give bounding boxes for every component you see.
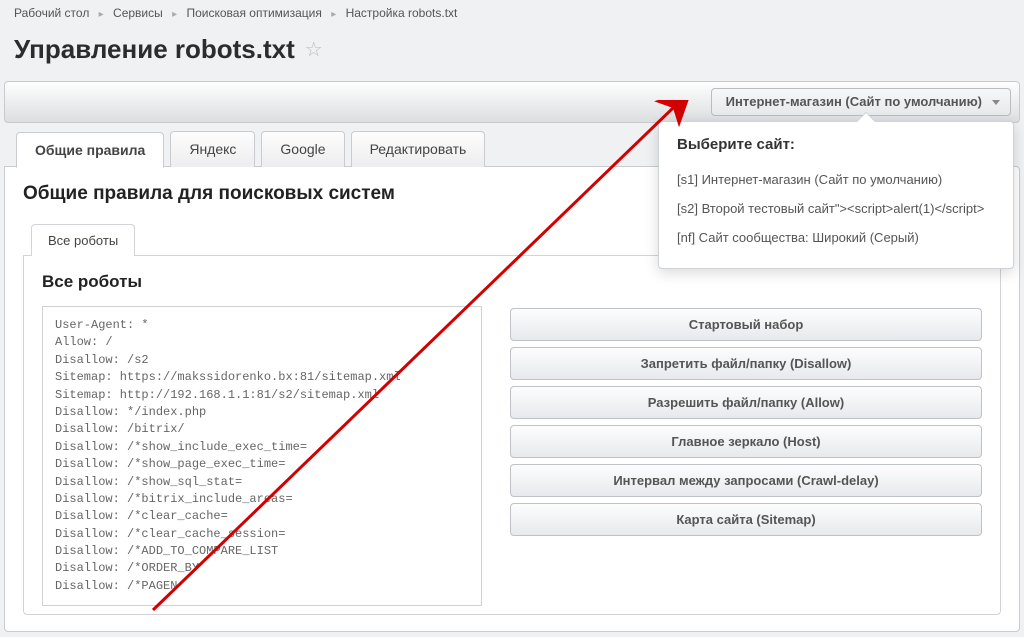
tab-all-robots[interactable]: Все роботы	[31, 224, 135, 256]
action-buttons-column: Стартовый набор Запретить файл/папку (Di…	[510, 306, 982, 536]
inner-heading: Все роботы	[42, 272, 982, 292]
dropdown-option[interactable]: [s1] Интернет-магазин (Сайт по умолчанию…	[677, 165, 995, 194]
page-title-wrap: Управление robots.txt ☆	[0, 26, 1024, 81]
dropdown-title: Выберите сайт:	[677, 136, 995, 153]
content-row: User-Agent: * Allow: / Disallow: /s2 Sit…	[42, 306, 982, 606]
breadcrumb-item[interactable]: Настройка robots.txt	[346, 6, 458, 20]
chevron-right-icon: ▸	[93, 9, 110, 20]
sitemap-button[interactable]: Карта сайта (Sitemap)	[510, 503, 982, 536]
host-button[interactable]: Главное зеркало (Host)	[510, 425, 982, 458]
caret-down-icon	[992, 100, 1000, 105]
star-icon[interactable]: ☆	[305, 37, 323, 62]
breadcrumb-item[interactable]: Сервисы	[113, 6, 163, 20]
robots-txt-textarea[interactable]: User-Agent: * Allow: / Disallow: /s2 Sit…	[42, 306, 482, 606]
breadcrumb-item[interactable]: Рабочий стол	[14, 6, 89, 20]
chevron-right-icon: ▸	[166, 9, 183, 20]
site-selector-button[interactable]: Интернет-магазин (Сайт по умолчанию)	[711, 88, 1011, 116]
disallow-button[interactable]: Запретить файл/папку (Disallow)	[510, 347, 982, 380]
site-selector-label: Интернет-магазин (Сайт по умолчанию)	[726, 94, 982, 109]
dropdown-option[interactable]: [nf] Сайт сообщества: Широкий (Серый)	[677, 223, 995, 252]
chevron-right-icon: ▸	[325, 9, 342, 20]
tab-edit[interactable]: Редактировать	[351, 131, 486, 167]
tab-yandex[interactable]: Яндекс	[170, 131, 255, 167]
starter-set-button[interactable]: Стартовый набор	[510, 308, 982, 341]
breadcrumb: Рабочий стол ▸ Сервисы ▸ Поисковая оптим…	[0, 0, 1024, 26]
page-title: Управление robots.txt	[14, 34, 295, 65]
allow-button[interactable]: Разрешить файл/папку (Allow)	[510, 386, 982, 419]
crawl-delay-button[interactable]: Интервал между запросами (Crawl-delay)	[510, 464, 982, 497]
site-dropdown-panel: Выберите сайт: [s1] Интернет-магазин (Са…	[658, 121, 1014, 269]
tab-general-rules[interactable]: Общие правила	[16, 132, 164, 168]
dropdown-option[interactable]: [s2] Второй тестовый сайт"><script>alert…	[677, 194, 995, 223]
tab-google[interactable]: Google	[261, 131, 344, 167]
breadcrumb-item[interactable]: Поисковая оптимизация	[186, 6, 321, 20]
inner-panel: Все роботы User-Agent: * Allow: / Disall…	[23, 255, 1001, 615]
